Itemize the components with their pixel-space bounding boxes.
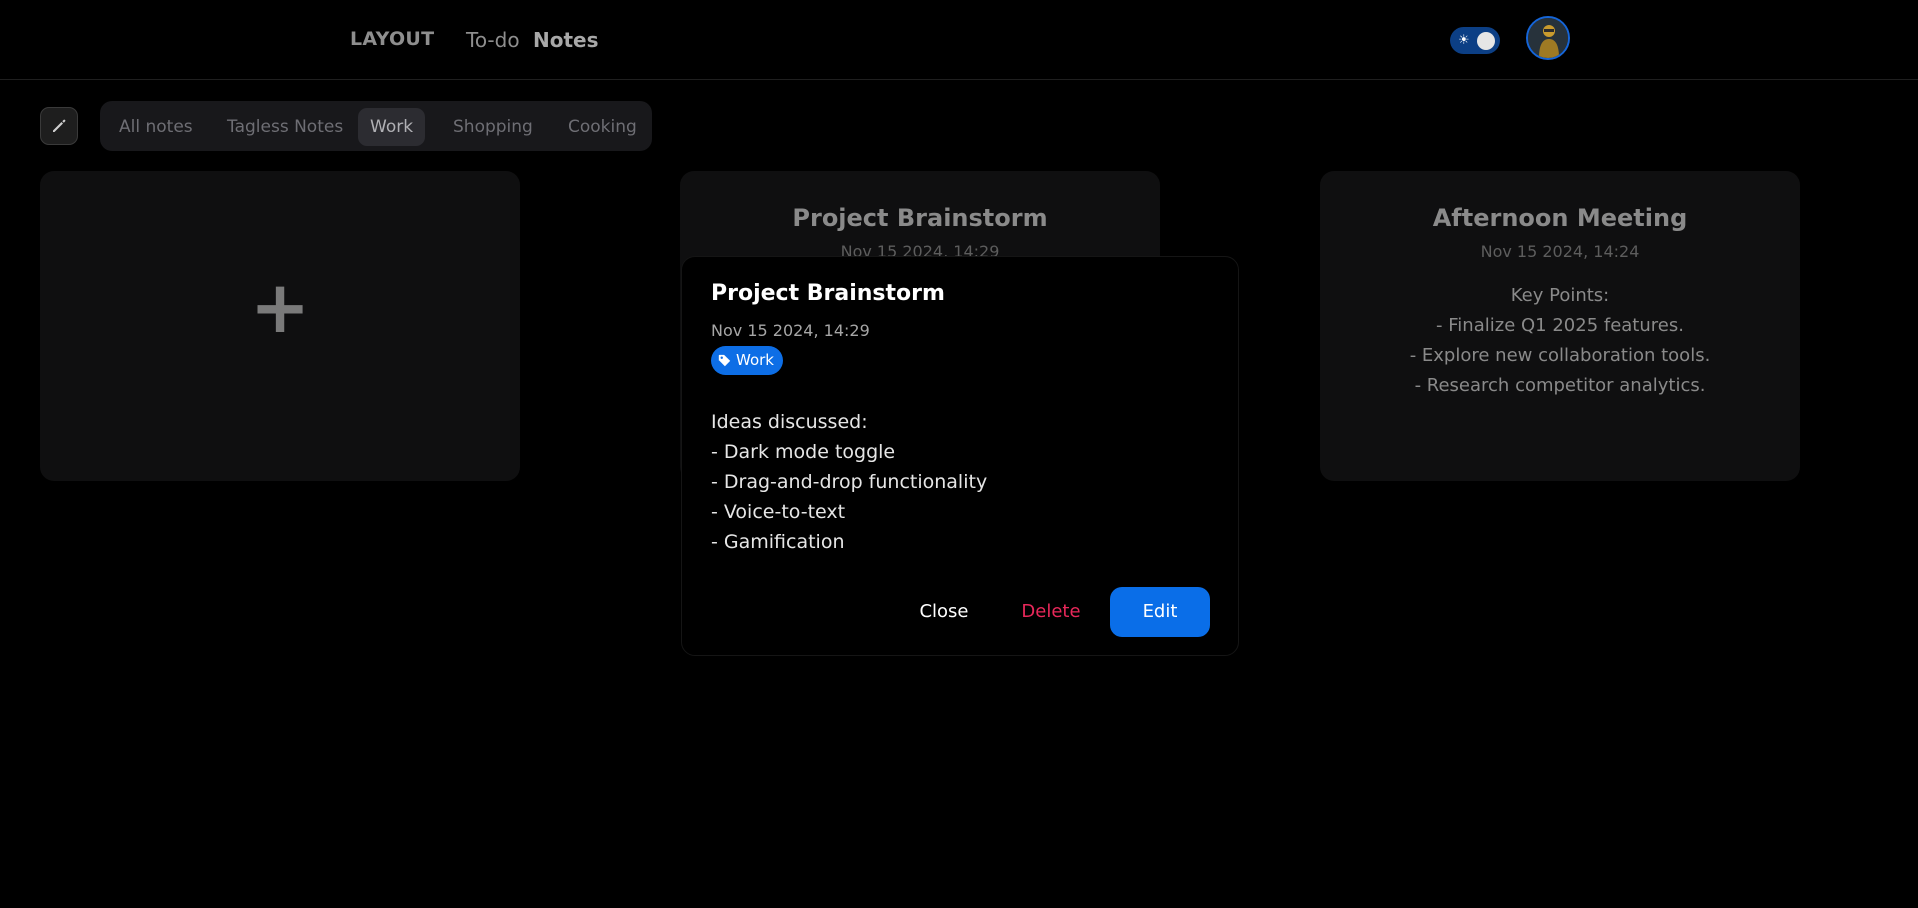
edit-button[interactable]: Edit xyxy=(1110,587,1210,637)
tab-cooking[interactable]: Cooking xyxy=(556,108,649,146)
nav-link-notes[interactable]: Notes xyxy=(533,28,599,52)
tag-label: Work xyxy=(736,351,774,369)
tab-tagless-notes[interactable]: Tagless Notes xyxy=(215,108,355,146)
plus-icon: + xyxy=(249,265,311,349)
tag-icon xyxy=(718,354,731,367)
user-avatar[interactable] xyxy=(1526,16,1570,60)
note-card-title: Afternoon Meeting xyxy=(1432,204,1688,232)
tag-badge[interactable]: Work xyxy=(711,346,783,375)
note-card-title: Project Brainstorm xyxy=(792,204,1048,232)
tab-shopping[interactable]: Shopping xyxy=(441,108,545,146)
modal-line: - Voice-to-text xyxy=(711,501,846,523)
add-note-card[interactable]: + xyxy=(40,171,520,481)
tab-work[interactable]: Work xyxy=(358,108,426,146)
modal-line: - Dark mode toggle xyxy=(711,441,896,463)
tab-all-notes[interactable]: All notes xyxy=(107,108,205,146)
sun-icon: ☀ xyxy=(1458,33,1470,48)
nav-link-todo[interactable]: To-do xyxy=(466,28,520,52)
note-detail-modal: Project Brainstorm Nov 15 2024, 14:29 Wo… xyxy=(681,256,1239,656)
note-line: - Research competitor analytics. xyxy=(1414,375,1706,396)
theme-toggle[interactable]: ☀ xyxy=(1450,27,1500,54)
modal-body: Ideas discussed: - Dark mode toggle - Dr… xyxy=(711,407,987,557)
note-line: - Explore new collaboration tools. xyxy=(1409,345,1711,366)
note-card-date: Nov 15 2024, 14:24 xyxy=(1480,242,1640,261)
brand-logo[interactable]: LAYOUT xyxy=(350,28,434,50)
modal-line: - Gamification xyxy=(711,531,845,553)
tag-filter-tabs: All notes Tagless Notes Work Shopping Co… xyxy=(100,101,652,151)
pencil-icon xyxy=(53,119,66,132)
note-card-afternoon-meeting[interactable]: Afternoon Meeting Nov 15 2024, 14:24 Key… xyxy=(1320,171,1800,481)
delete-button[interactable]: Delete xyxy=(1001,587,1101,637)
note-line: Key Points: xyxy=(1510,285,1610,306)
avatar-image xyxy=(1528,18,1568,58)
modal-title: Project Brainstorm xyxy=(711,281,945,306)
edit-mode-button[interactable] xyxy=(40,107,78,145)
note-card-body: Key Points: - Finalize Q1 2025 features.… xyxy=(1320,281,1800,401)
modal-line: Ideas discussed: xyxy=(711,411,868,433)
toggle-knob xyxy=(1477,32,1495,50)
top-navbar: LAYOUT To-do Notes ☀ xyxy=(0,0,1918,80)
note-line: - Finalize Q1 2025 features. xyxy=(1436,315,1684,336)
close-button[interactable]: Close xyxy=(894,587,994,637)
modal-date: Nov 15 2024, 14:29 xyxy=(711,321,870,340)
modal-line: - Drag-and-drop functionality xyxy=(711,471,988,493)
